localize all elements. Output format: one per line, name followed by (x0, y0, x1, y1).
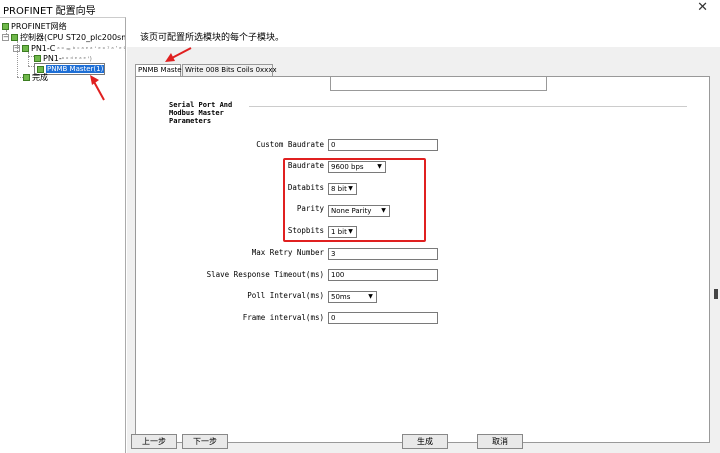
tree-node-controller[interactable]: −控制器(CPU ST20_plc200smart) (2, 32, 125, 43)
custom-baudrate-label: Custom Baudrate (256, 140, 324, 149)
main-panel: 该页可配置所选模块的每个子模块。 PNMB Master Write 008 B… (127, 17, 720, 453)
parity-select[interactable]: None Parity ▼ (328, 205, 390, 217)
next-button[interactable]: 下一步 (182, 434, 228, 449)
baudrate-select[interactable]: 9600 bps ▼ (328, 161, 386, 173)
chevron-down-icon: ▼ (368, 293, 373, 300)
close-icon[interactable]: ✕ (697, 0, 708, 15)
slave-timeout-label: Slave Response Timeout(ms) (206, 270, 324, 279)
custom-baudrate-input[interactable]: 0 (328, 139, 438, 151)
page-description: 该页可配置所选模块的每个子模块。 (140, 33, 285, 43)
window-title: PROFINET 配置向导 (3, 6, 96, 17)
stopbits-label: Stopbits (287, 226, 324, 235)
parity-label: Parity (296, 204, 324, 213)
annotation-arrow-icon (165, 47, 192, 62)
parameter-panel: Serial Port And Modbus Master Parameters… (135, 76, 718, 443)
frame-interval-label: Frame interval(ms) (242, 313, 324, 322)
chevron-down-icon: ▼ (381, 207, 386, 214)
tab-write-coils[interactable]: Write 008 Bits Coils 0xxxx (182, 64, 277, 76)
chevron-down-icon: ▼ (348, 228, 353, 235)
prev-button[interactable]: 上一步 (131, 434, 177, 449)
baudrate-value: 9600 bps (331, 163, 364, 171)
databits-select[interactable]: 8 bit ▼ (328, 183, 357, 195)
frame-interval-input[interactable]: 0 (328, 312, 438, 324)
baudrate-label: Baudrate (287, 161, 324, 170)
databits-value: 8 bit (331, 185, 347, 193)
stopbits-value: 1 bit (331, 228, 347, 236)
navigation-tree: PROFINET网络 −控制器(CPU ST20_plc200smart) −P… (0, 17, 126, 453)
tree-node-done[interactable]: 完成 (23, 72, 48, 83)
stopbits-select[interactable]: 1 bit ▼ (328, 226, 357, 238)
annotation-arrow-icon (90, 75, 105, 101)
top-frame (330, 77, 547, 91)
title-bar: PROFINET 配置向导 ✕ (0, 0, 720, 17)
max-retry-label: Max Retry Number (251, 248, 324, 257)
slave-timeout-input[interactable]: 100 (328, 269, 438, 281)
section-title: Serial Port And Modbus Master Parameters (169, 101, 249, 125)
poll-interval-label: Poll Interval(ms) (247, 291, 324, 300)
finish-icon (23, 74, 30, 81)
generate-button[interactable]: 生成 (402, 434, 448, 449)
description-bar: 该页可配置所选模块的每个子模块。 (127, 17, 720, 47)
poll-interval-select[interactable]: 50ms ▼ (328, 291, 377, 303)
parity-value: None Parity (331, 207, 372, 215)
collapse-icon[interactable]: − (13, 45, 20, 52)
scrollbar-thumb[interactable] (714, 289, 718, 299)
network-icon (2, 23, 9, 30)
module-icon (34, 55, 41, 62)
databits-label: Databits (287, 183, 324, 192)
obscured-text: ᵃ ᵒ ≈ ᵇ ᶜ ᵃ ᵉ ᵃ ʼ ᵉ ᵒ ⁷ ᵃ ʹ ᵉ % (55, 46, 126, 53)
max-retry-input[interactable]: 3 (328, 248, 438, 260)
cancel-button[interactable]: 取消 (477, 434, 523, 449)
chevron-down-icon: ▼ (377, 163, 382, 170)
obscured-text: ᵃ ᵒ ᵈ ᵉ ᵃ ᵉ ') (61, 56, 92, 63)
collapse-icon[interactable]: − (2, 34, 9, 41)
device-icon (22, 45, 29, 52)
tree-node-profinet-network[interactable]: PROFINET网络 (2, 21, 67, 32)
poll-interval-value: 50ms (331, 293, 351, 301)
chevron-down-icon: ▼ (348, 185, 353, 192)
controller-icon (11, 34, 18, 41)
